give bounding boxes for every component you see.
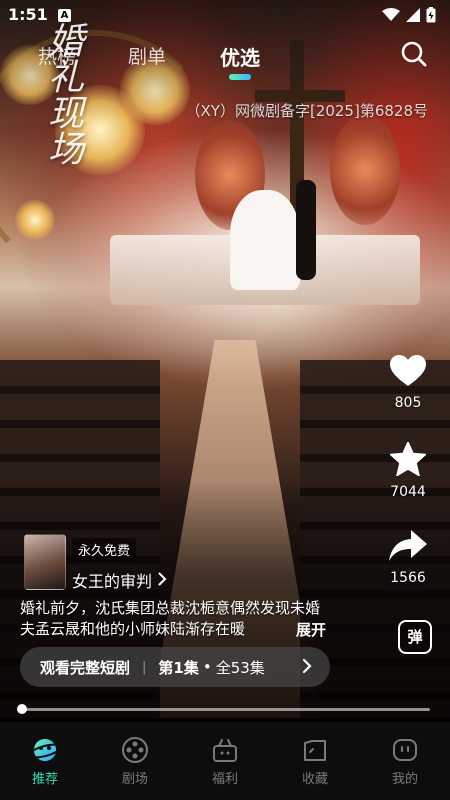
watch-full-drama-button[interactable]: 观看完整短剧 | 第1集 • 全53集 [20, 647, 330, 687]
nav-label: 剧场 [121, 772, 148, 787]
folder-icon [270, 734, 360, 766]
danmaku-icon[interactable]: 弹 [398, 620, 432, 654]
wifi-icon [382, 8, 400, 22]
chevron-right-icon [302, 656, 312, 680]
bottom-navigation: 推荐 剧场 福利 收藏 我的 [0, 722, 450, 800]
expand-synopsis-button[interactable]: 展开 [296, 619, 326, 640]
drama-title-link[interactable]: 女王的审判 [72, 568, 167, 592]
favorite-button[interactable]: 7044 [378, 441, 438, 500]
signal-icon [406, 8, 420, 22]
playback-progress-bar[interactable] [17, 704, 430, 714]
like-count: 805 [394, 395, 422, 411]
chevron-right-icon [158, 571, 167, 590]
nav-favorites[interactable]: 收藏 [270, 722, 360, 800]
profile-face-icon [360, 734, 450, 766]
nav-label: 我的 [391, 772, 418, 787]
planet-icon [0, 734, 90, 766]
gift-icon [180, 734, 270, 766]
nav-theater[interactable]: 剧场 [90, 722, 180, 800]
tab-hot[interactable]: 热榜 [38, 42, 76, 69]
share-button[interactable]: 1566 [378, 530, 438, 586]
tab-playlist[interactable]: 剧单 [128, 42, 166, 69]
divider: | [142, 659, 147, 675]
notification-badge: A [58, 9, 71, 22]
free-tag: 永久免费 [72, 538, 137, 561]
nav-label: 收藏 [301, 772, 328, 787]
status-bar: 1:51 A [0, 0, 450, 32]
total-episodes: 全53集 [215, 658, 265, 677]
progress-handle[interactable] [17, 704, 28, 714]
drama-cover-thumbnail[interactable] [24, 534, 66, 590]
drama-title: 女王的审判 [72, 572, 153, 591]
bride [230, 190, 300, 290]
status-time: 1:51 [8, 5, 48, 24]
search-icon[interactable] [400, 40, 430, 70]
nav-rewards[interactable]: 福利 [180, 722, 270, 800]
separator-dot: • [202, 658, 212, 676]
share-count: 1566 [390, 570, 426, 586]
nav-label: 福利 [211, 772, 238, 787]
like-button[interactable]: 805 [378, 355, 438, 411]
star-icon [389, 441, 427, 480]
nav-label: 推荐 [31, 772, 58, 787]
drama-synopsis: 婚礼前夕，沈氏集团总裁沈栀意偶然发现未婚夫孟云晟和他的小师妹陆渐存在暖 [20, 599, 321, 638]
nav-profile[interactable]: 我的 [360, 722, 450, 800]
film-reel-icon [90, 734, 180, 766]
battery-charging-icon [426, 7, 436, 23]
flower-arch-right [330, 115, 400, 225]
active-tab-indicator [229, 74, 251, 80]
tab-featured[interactable]: 优选 [220, 42, 260, 71]
top-tabs: 热榜 剧单 优选 [0, 40, 450, 84]
share-arrow-icon [389, 530, 427, 566]
current-episode: 第1集 [158, 658, 199, 677]
license-number: （XY）网微剧备字[2025]第6828号 [185, 102, 429, 120]
lamp [15, 200, 55, 240]
heart-icon [390, 355, 426, 391]
nav-recommend[interactable]: 推荐 [0, 722, 90, 800]
groom [296, 180, 316, 280]
watch-full-label: 观看完整短剧 [40, 658, 131, 677]
favorite-count: 7044 [390, 484, 426, 500]
